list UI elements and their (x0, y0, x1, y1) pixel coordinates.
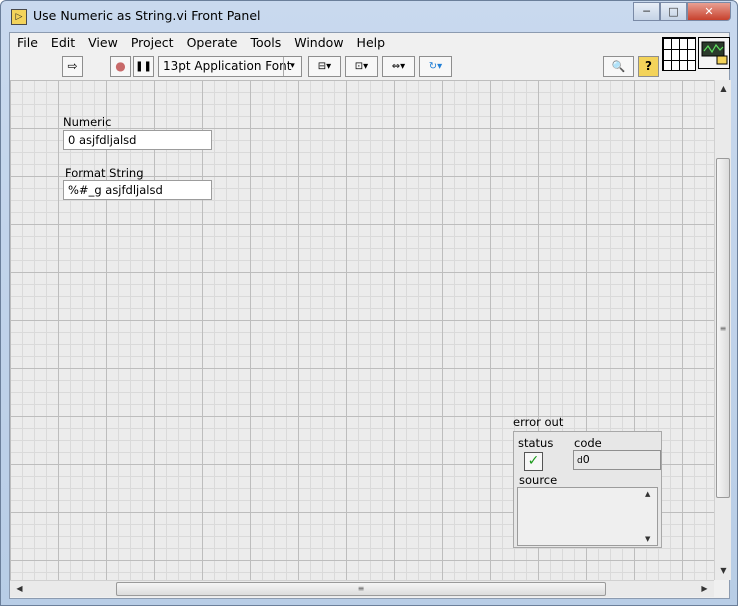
vertical-scroll-thumb[interactable]: ≡ (716, 158, 730, 498)
abort-stop-icon: ● (115, 59, 126, 73)
run-arrow-icon: ⇨ (67, 59, 78, 73)
window-controls: ─ □ ✕ (633, 2, 731, 22)
horizontal-scroll-thumb[interactable]: ≡ (116, 582, 606, 596)
code-indicator: d0 (573, 450, 661, 470)
grip-icon: ≡ (357, 584, 365, 593)
vertical-scrollbar[interactable]: ▲ ≡ ▼ (714, 80, 731, 580)
source-label: source (519, 473, 558, 487)
close-button[interactable]: ✕ (687, 2, 731, 21)
menu-edit[interactable]: Edit (44, 33, 81, 53)
maximize-button[interactable]: □ (660, 2, 687, 21)
scroll-up-icon[interactable]: ▲ (645, 490, 650, 498)
source-indicator: ▲ ▼ (517, 487, 658, 546)
minimize-button[interactable]: ─ (633, 2, 660, 21)
font-selector[interactable]: 13pt Application Font ▾ (158, 56, 302, 77)
error-out-label: error out (513, 415, 564, 429)
distribute-objects-button[interactable]: ⊡▾ (345, 56, 378, 77)
horizontal-scrollbar[interactable]: ◀ ≡ ▶ (10, 580, 714, 597)
front-panel-client: File Edit View Project Operate Tools Win… (9, 32, 731, 599)
front-panel-canvas[interactable]: Numeric 0 asjfdljalsd Format String %#_g… (10, 80, 714, 580)
scroll-left-icon[interactable]: ◀ (12, 582, 27, 596)
icon-pane (662, 37, 730, 77)
help-icon: ? (645, 59, 652, 73)
resize-objects-button[interactable]: ⇔▾ (382, 56, 415, 77)
vi-icon[interactable] (698, 37, 730, 69)
pause-button[interactable]: ❚❚ (133, 56, 154, 77)
numeric-label: Numeric (63, 115, 112, 129)
error-out-cluster: status ✓ code d0 source ▲ ▼ (513, 431, 662, 548)
align-objects-button[interactable]: ⊟▾ (308, 56, 341, 77)
grip-icon: ≡ (719, 324, 727, 333)
checkmark-icon: ✓ (527, 453, 540, 469)
reorder-button[interactable]: ↻▾ (419, 56, 452, 77)
menu-file[interactable]: File (10, 33, 44, 53)
pause-icon: ❚❚ (135, 61, 152, 72)
scroll-up-icon[interactable]: ▲ (716, 82, 731, 96)
abort-button[interactable]: ● (110, 56, 131, 77)
code-label: code (574, 436, 602, 450)
menu-bar: File Edit View Project Operate Tools Win… (10, 33, 662, 53)
status-label: status (518, 436, 554, 450)
menu-operate[interactable]: Operate (180, 33, 244, 53)
toolbar: ⇨ ● ❚❚ 13pt Application Font ▾ ⊟▾ ⊡▾ ⇔▾ (10, 54, 662, 80)
window-title: Use Numeric as String.vi Front Panel (33, 8, 261, 23)
chevron-down-icon: ▾ (283, 57, 301, 76)
numeric-indicator[interactable]: 0 asjfdljalsd (63, 130, 212, 150)
code-value: 0 (582, 453, 590, 466)
menu-view[interactable]: View (81, 33, 124, 53)
scroll-down-icon[interactable]: ▼ (645, 535, 650, 543)
format-string-label: Format String (65, 166, 144, 180)
waveform-icon (701, 41, 728, 65)
reorder-icon: ↻▾ (428, 61, 443, 72)
resize-objects-icon: ⇔▾ (391, 61, 406, 72)
labview-window: ▷ Use Numeric as String.vi Front Panel ─… (0, 0, 738, 606)
distribute-objects-icon: ⊡▾ (354, 61, 369, 72)
scroll-down-icon[interactable]: ▼ (716, 564, 731, 578)
menu-window[interactable]: Window (287, 33, 349, 53)
status-indicator: ✓ (524, 452, 543, 471)
connector-pane-icon[interactable] (662, 37, 696, 71)
labview-vi-icon: ▷ (11, 9, 27, 25)
format-string-control[interactable]: %#_g asjfdljalsd (63, 180, 212, 200)
context-help-button[interactable]: ? (638, 56, 659, 77)
run-button[interactable]: ⇨ (62, 56, 83, 77)
search-button[interactable]: 🔍 (603, 56, 634, 77)
align-objects-icon: ⊟▾ (317, 61, 332, 72)
source-scrollbar[interactable]: ▲ ▼ (643, 490, 655, 543)
font-selector-label: 13pt Application Font (163, 59, 292, 73)
scroll-right-icon[interactable]: ▶ (697, 582, 712, 596)
menu-tools[interactable]: Tools (243, 33, 287, 53)
search-icon: 🔍 (611, 60, 626, 73)
title-bar[interactable]: ▷ Use Numeric as String.vi Front Panel ─… (1, 1, 737, 32)
menu-help[interactable]: Help (350, 33, 392, 53)
menu-project[interactable]: Project (124, 33, 180, 53)
